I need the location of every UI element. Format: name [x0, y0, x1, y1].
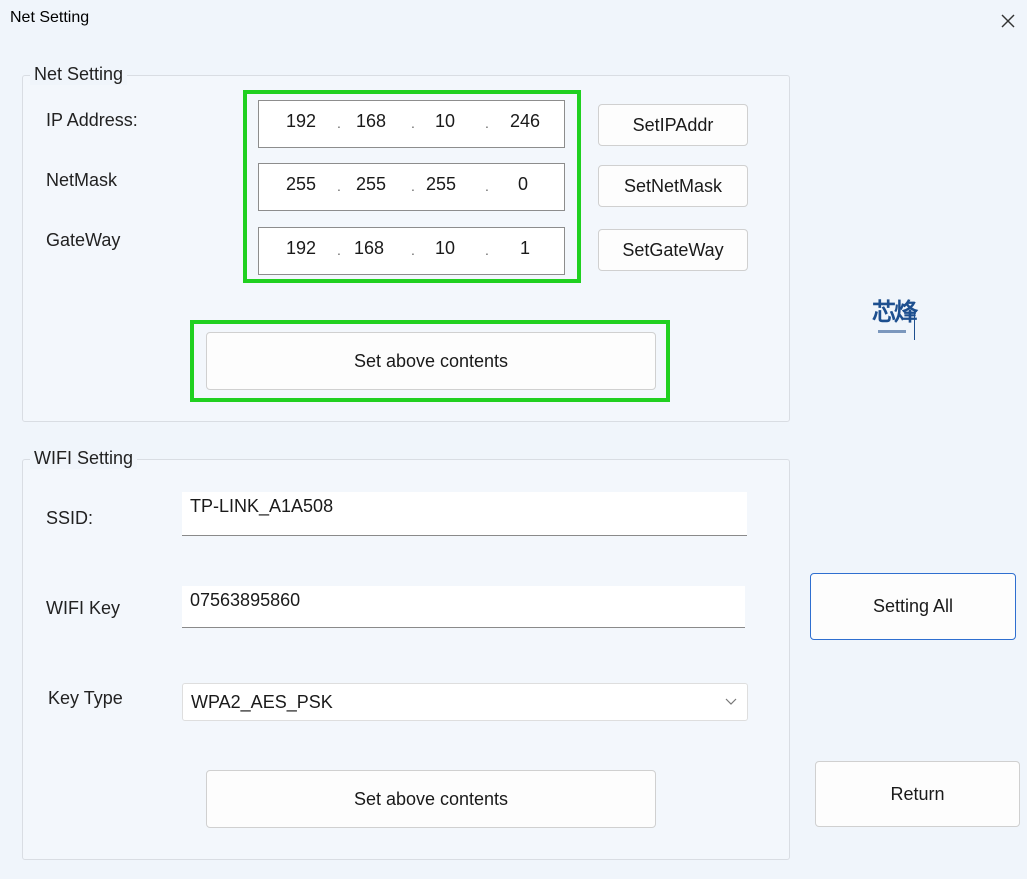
ip-octet-2[interactable]: 168	[349, 111, 393, 132]
octet-separator: .	[337, 178, 341, 194]
close-icon	[1001, 14, 1015, 28]
wifi-key-input[interactable]: 07563895860	[182, 586, 745, 628]
wifi-setting-title: WIFI Setting	[30, 448, 138, 469]
return-button[interactable]: Return	[815, 761, 1020, 827]
close-button[interactable]	[990, 4, 1026, 36]
net-apply-button[interactable]: Set above contents	[206, 332, 656, 390]
logo-stroke	[914, 310, 915, 340]
key-type-label: Key Type	[48, 688, 123, 708]
gateway-octet-3[interactable]: 10	[423, 238, 467, 259]
wifi-apply-button[interactable]: Set above contents	[206, 770, 656, 828]
netmask-octet-1[interactable]: 255	[279, 174, 323, 195]
key-type-value: WPA2_AES_PSK	[191, 691, 333, 712]
netmask-label: NetMask	[46, 170, 118, 190]
octet-separator: .	[485, 242, 489, 258]
netmask-octet-3[interactable]: 255	[419, 174, 463, 195]
window-title: Net Setting	[10, 9, 90, 26]
key-type-select[interactable]: WPA2_AES_PSK	[182, 683, 748, 721]
ip-address-label: IP Address:	[46, 110, 138, 130]
set-gateway-button[interactable]: SetGateWay	[598, 229, 748, 271]
net-setting-title: Net Setting	[30, 64, 128, 85]
logo-underline	[878, 330, 906, 333]
netmask-octet-2[interactable]: 255	[349, 174, 393, 195]
ip-octet-1[interactable]: 192	[279, 111, 323, 132]
gateway-field[interactable]: 192 . 168 . 10 . 1	[258, 227, 565, 275]
gateway-octet-1[interactable]: 192	[279, 238, 323, 259]
setting-all-button[interactable]: Setting All	[810, 573, 1016, 640]
netmask-field[interactable]: 255 . 255 . 255 . 0	[258, 163, 565, 211]
ip-address-field[interactable]: 192 . 168 . 10 . 246	[258, 100, 565, 148]
octet-separator: .	[485, 178, 489, 194]
logo: 芯烽	[872, 292, 922, 348]
gateway-octet-2[interactable]: 168	[347, 238, 391, 259]
octet-separator: .	[337, 242, 341, 258]
gateway-label: GateWay	[46, 230, 121, 250]
chevron-down-icon	[725, 698, 737, 705]
ip-octet-3[interactable]: 10	[423, 111, 467, 132]
ssid-label: SSID:	[46, 508, 94, 528]
gateway-octet-4[interactable]: 1	[503, 238, 547, 259]
octet-separator: .	[337, 115, 341, 131]
octet-separator: .	[411, 115, 415, 131]
set-ip-button[interactable]: SetIPAddr	[598, 104, 748, 146]
octet-separator: .	[411, 178, 415, 194]
netmask-octet-4[interactable]: 0	[501, 174, 545, 195]
set-netmask-button[interactable]: SetNetMask	[598, 165, 748, 207]
ssid-input[interactable]: TP-LINK_A1A508	[182, 492, 747, 536]
octet-separator: .	[411, 242, 415, 258]
ip-octet-4[interactable]: 246	[503, 111, 547, 132]
wifi-key-label: WIFI Key	[46, 598, 121, 618]
octet-separator: .	[485, 115, 489, 131]
title-bar	[0, 0, 1027, 40]
